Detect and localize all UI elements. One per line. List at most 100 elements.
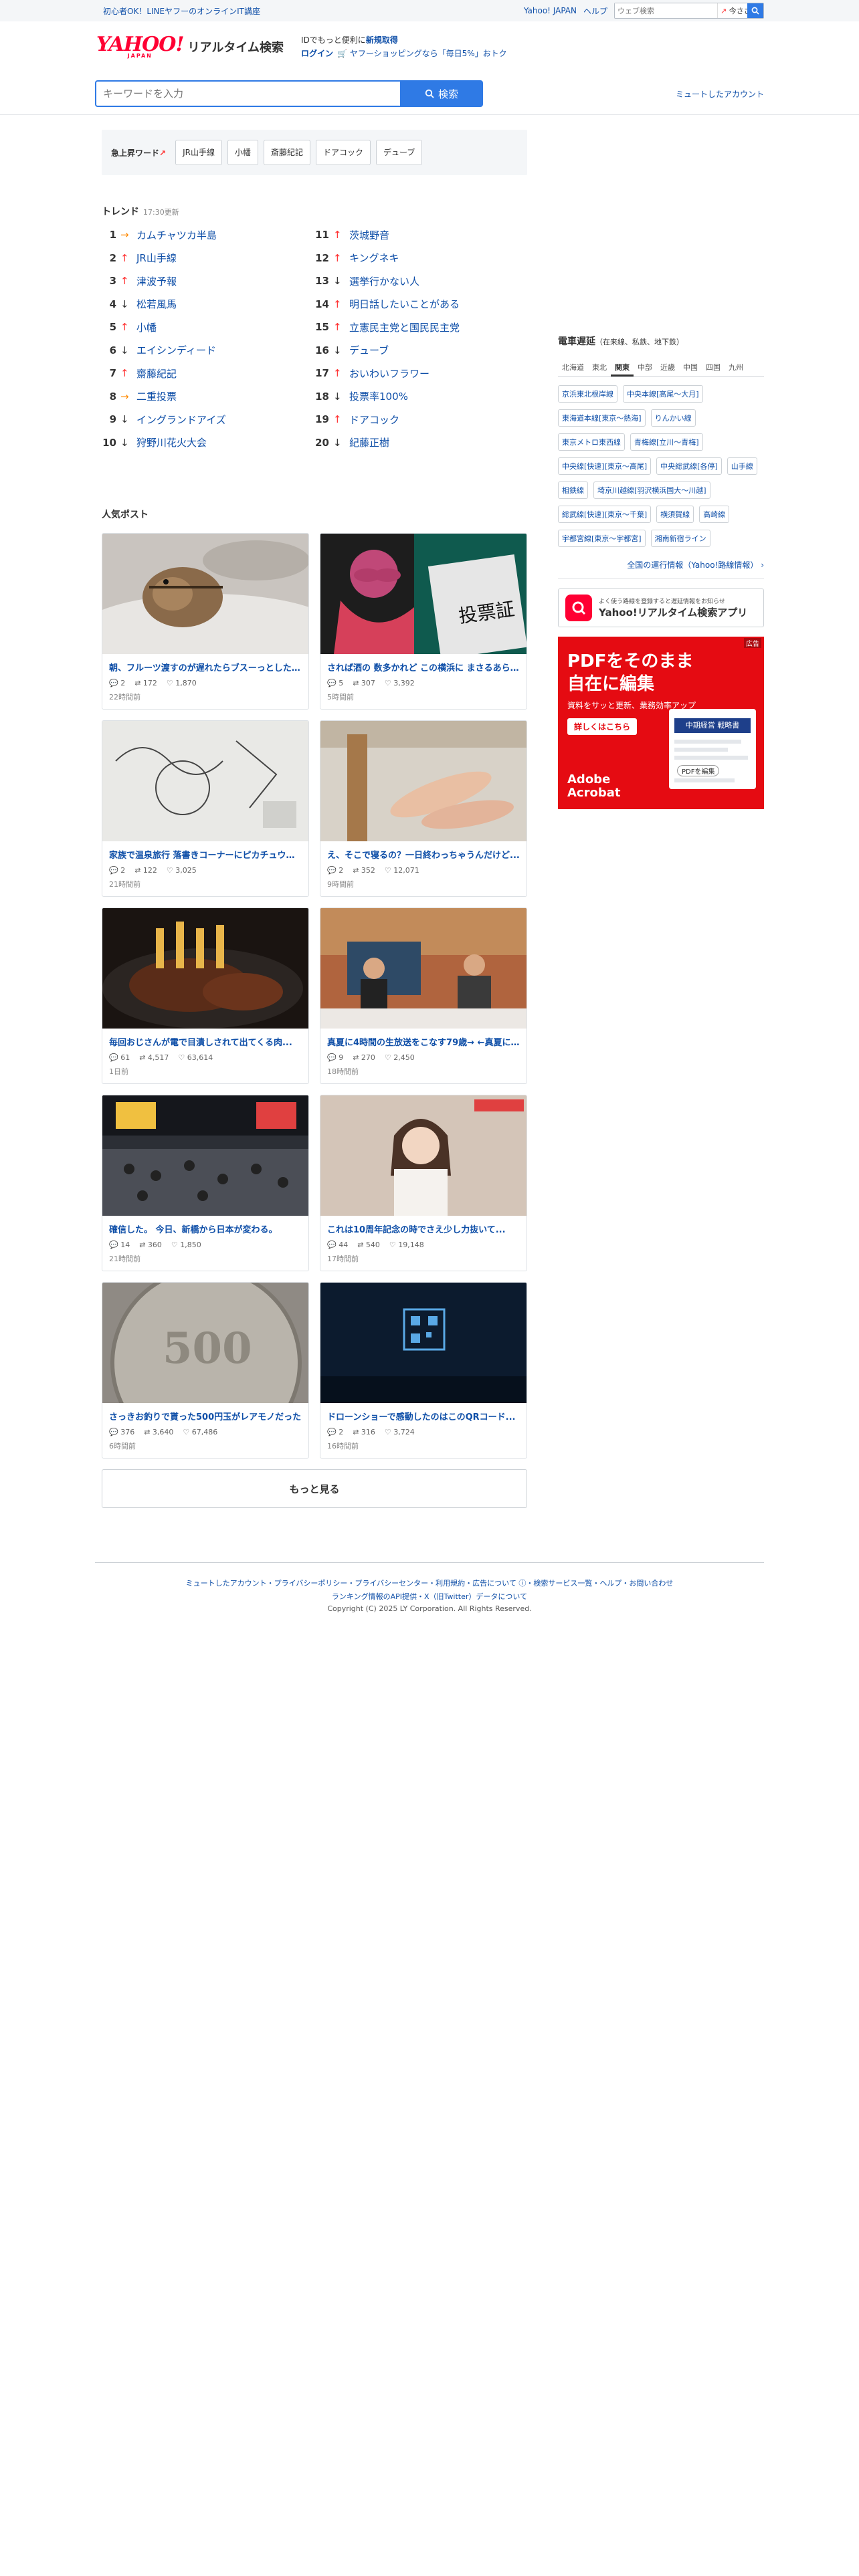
- delayed-line-link[interactable]: 山手線: [727, 457, 757, 475]
- trend-word[interactable]: 松若風馬: [136, 297, 177, 311]
- post-title[interactable]: これは10周年記念の時でさえ少し力抜いて...: [320, 1222, 527, 1235]
- trend-item[interactable]: 20 ↓ 紀藤正樹: [314, 431, 527, 455]
- delayed-line-link[interactable]: 総武線[快速][東京〜千葉]: [558, 506, 652, 523]
- delayed-line-link[interactable]: 宇都宮線[東京〜宇都宮]: [558, 530, 646, 547]
- surge-word[interactable]: JR山手線: [175, 140, 222, 165]
- trend-item[interactable]: 9 ↓ イングランドアイズ: [102, 408, 314, 431]
- trend-word[interactable]: イングランドアイズ: [136, 413, 226, 427]
- trend-word[interactable]: キングネキ: [349, 251, 399, 265]
- post-title[interactable]: 朝、フルーツ渡すのが遅れたらブスーっとした顔に...: [102, 661, 308, 673]
- trend-word[interactable]: エイシンディード: [136, 343, 216, 357]
- post-card[interactable]: これは10周年記念の時でさえ少し力抜いて... 💬 44 ⇄ 540 ♡ 19,148…: [320, 1095, 527, 1271]
- trend-word[interactable]: 齋藤紀記: [136, 366, 177, 381]
- yahoo-japan-link[interactable]: Yahoo! JAPAN: [524, 6, 577, 15]
- trend-word[interactable]: おいわいフラワー: [349, 366, 430, 381]
- trend-item[interactable]: 1 → カムチャツカ半島: [102, 223, 314, 247]
- ad-cta-button[interactable]: 詳しくはこちら: [567, 718, 638, 735]
- app-banner[interactable]: よく使う路線を登録すると遅延情報をお知らせ Yahoo!リアルタイム検索アプリ: [558, 588, 764, 627]
- trend-item[interactable]: 5 ↑ 小幡: [102, 316, 314, 339]
- post-title[interactable]: 毎回おじさんが電で目潰しされて出てくる肉...: [102, 1035, 308, 1048]
- post-card[interactable]: 家族で温泉旅行 落書きコーナーにピカチュウを描く 💬 2 ⇄ 122 ♡ 3,025 2…: [102, 720, 309, 897]
- trend-item[interactable]: 3 ↑ 津波予報: [102, 270, 314, 293]
- post-card[interactable]: 朝、フルーツ渡すのが遅れたらブスーっとした顔に... 💬 2 ⇄ 172 ♡ 1,87…: [102, 533, 309, 710]
- trend-item[interactable]: 7 ↑ 齋藤紀記: [102, 362, 314, 385]
- register-link[interactable]: 新規取得: [366, 35, 398, 45]
- trend-item[interactable]: 10 ↓ 狩野川花火大会: [102, 431, 314, 455]
- web-search-trend[interactable]: ↗ 今ささえ行れ...: [718, 5, 747, 16]
- post-card[interactable]: え、そこで寝るの？一日終わっちゃうんだけど... 💬 2 ⇄ 352 ♡ 12,071…: [320, 720, 527, 897]
- delayed-line-link[interactable]: 高崎線: [699, 506, 730, 523]
- delayed-line-link[interactable]: 埼京川越線[羽沢横浜国大〜川越]: [593, 481, 710, 499]
- delayed-line-link[interactable]: 中央線[快速][東京〜高尾]: [558, 457, 652, 475]
- post-card[interactable]: 500 さっきお釣りで貰った500円玉がレアモノだった 💬 376 ⇄ 3,640 ♡ …: [102, 1282, 309, 1459]
- trend-item[interactable]: 11 ↑ 茨城野音: [314, 223, 527, 247]
- post-card[interactable]: 投票証 されば酒の 数多かれど この横浜に まさるあらめや 💬 5 ⇄ 307 ♡ 3,…: [320, 533, 527, 710]
- trend-item[interactable]: 17 ↑ おいわいフラワー: [314, 362, 527, 385]
- region-tab[interactable]: 九州: [725, 358, 747, 377]
- post-card[interactable]: 確信した。 今日、新橋から日本が変わる。 💬 14 ⇄ 360 ♡ 1,850 21時間…: [102, 1095, 309, 1271]
- trend-word[interactable]: JR山手線: [136, 251, 177, 265]
- trend-word[interactable]: デューブ: [349, 343, 389, 357]
- surge-word[interactable]: ドアコック: [316, 140, 371, 165]
- post-title[interactable]: 家族で温泉旅行 落書きコーナーにピカチュウを描く: [102, 848, 308, 861]
- region-tab[interactable]: 関東: [611, 358, 634, 377]
- delayed-line-link[interactable]: 中央本線[高尾〜大月]: [623, 385, 703, 403]
- promo-link[interactable]: 初心者OK！LINEヤフーのオンラインIT講座: [95, 5, 260, 17]
- shopping-promo-link[interactable]: ヤフーショッピングなら「毎日5%」おトク: [350, 49, 507, 58]
- post-title[interactable]: 真夏に4時間の生放送をこなす79歳→ ←真夏に...: [320, 1035, 527, 1048]
- delayed-line-link[interactable]: 東京メトロ東西線: [558, 433, 625, 451]
- trend-item[interactable]: 12 ↑ キングネキ: [314, 247, 527, 270]
- site-logo[interactable]: YAHOO! JAPAN リアルタイム検索: [95, 34, 284, 59]
- muted-accounts-link[interactable]: ミュートしたアカウント: [676, 88, 764, 100]
- more-button[interactable]: もっと見る: [102, 1469, 527, 1508]
- post-card[interactable]: 真夏に4時間の生放送をこなす79歳→ ←真夏に... 💬 9 ⇄ 270 ♡ 2,45…: [320, 907, 527, 1084]
- trend-item[interactable]: 4 ↓ 松若風馬: [102, 293, 314, 316]
- delayed-line-link[interactable]: 青梅線[立川〜青梅]: [630, 433, 703, 451]
- trend-word[interactable]: 狩野川花火大会: [136, 435, 207, 449]
- post-title[interactable]: え、そこで寝るの？一日終わっちゃうんだけど...: [320, 848, 527, 861]
- trend-item[interactable]: 6 ↓ エイシンディード: [102, 339, 314, 362]
- trend-word[interactable]: 立憲民主党と国民民主党: [349, 320, 460, 334]
- region-tab[interactable]: 中国: [679, 358, 702, 377]
- login-link[interactable]: ログイン: [301, 49, 333, 58]
- region-tab[interactable]: 近畿: [656, 358, 679, 377]
- trend-item[interactable]: 18 ↓ 投票率100%: [314, 385, 527, 409]
- trend-item[interactable]: 15 ↑ 立憲民主党と国民民主党: [314, 316, 527, 339]
- trend-word[interactable]: 紀藤正樹: [349, 435, 389, 449]
- post-title[interactable]: 確信した。 今日、新橋から日本が変わる。: [102, 1222, 308, 1235]
- advertisement[interactable]: 広告 PDFをそのまま 自在に編集 資料をサッと更新、業務効率アップ 詳しくはこち…: [558, 637, 764, 809]
- trend-item[interactable]: 19 ↑ ドアコック: [314, 408, 527, 431]
- post-card[interactable]: 毎回おじさんが電で目潰しされて出てくる肉... 💬 61 ⇄ 4,517 ♡ 63,6…: [102, 907, 309, 1084]
- post-card[interactable]: ドローンショーで感動したのはこのQRコード... 💬 2 ⇄ 316 ♡ 3,724 1…: [320, 1282, 527, 1459]
- delayed-line-link[interactable]: りんかい線: [650, 409, 696, 427]
- trend-word[interactable]: 明日話したいことがある: [349, 297, 460, 311]
- trend-word[interactable]: 選挙行かない人: [349, 274, 419, 288]
- web-search-input[interactable]: [615, 3, 718, 18]
- search-button[interactable]: 検索: [400, 80, 483, 107]
- trend-word[interactable]: ドアコック: [349, 413, 399, 427]
- web-search-button[interactable]: [747, 3, 763, 18]
- trend-item[interactable]: 2 ↑ JR山手線: [102, 247, 314, 270]
- region-tab[interactable]: 東北: [588, 358, 611, 377]
- surge-word[interactable]: 斎藤紀記: [263, 140, 310, 165]
- trend-word[interactable]: カムチャツカ半島: [136, 228, 217, 242]
- trend-item[interactable]: 8 → 二重投票: [102, 385, 314, 409]
- surge-word[interactable]: 小幡: [227, 140, 258, 165]
- delayed-line-link[interactable]: 東海道本線[東京〜熱海]: [558, 409, 646, 427]
- delayed-line-link[interactable]: 横須賀線: [656, 506, 694, 523]
- region-tab[interactable]: 四国: [702, 358, 725, 377]
- all-train-info-link[interactable]: 全国の運行情報（Yahoo!路線情報）: [627, 560, 758, 570]
- delayed-line-link[interactable]: 相鉄線: [558, 481, 588, 499]
- trend-word[interactable]: 茨城野音: [349, 228, 389, 242]
- trend-item[interactable]: 16 ↓ デューブ: [314, 339, 527, 362]
- help-link[interactable]: ヘルプ: [583, 5, 607, 17]
- footer-links[interactable]: ミュートしたアカウント・プライバシーポリシー・プライバシーセンター・利用規約・広…: [95, 1578, 764, 1588]
- region-tab[interactable]: 北海道: [558, 358, 588, 377]
- region-tab[interactable]: 中部: [634, 358, 656, 377]
- search-input[interactable]: [95, 80, 400, 107]
- trend-item[interactable]: 14 ↑ 明日話したいことがある: [314, 293, 527, 316]
- surge-word[interactable]: デューブ: [376, 140, 423, 165]
- trend-word[interactable]: 小幡: [136, 320, 157, 334]
- delayed-line-link[interactable]: 京浜東北根岸線: [558, 385, 617, 403]
- post-title[interactable]: ドローンショーで感動したのはこのQRコード...: [320, 1410, 527, 1422]
